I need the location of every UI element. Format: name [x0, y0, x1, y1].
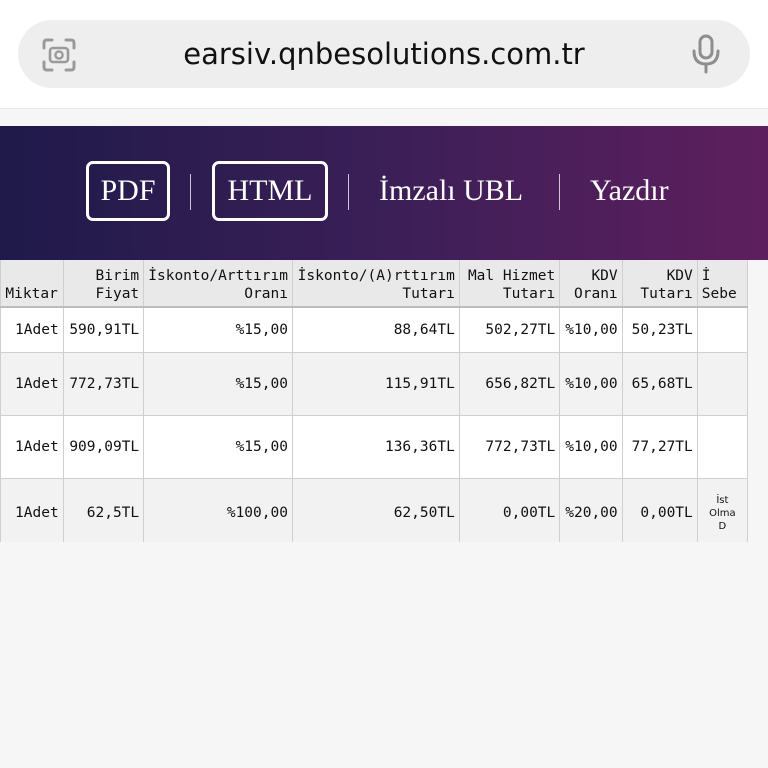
- cell-birim-fiyat: 772,73TL: [62, 352, 145, 416]
- cell-miktar: 1Adet: [0, 478, 64, 542]
- cell-iskonto-orani: %15,00: [143, 352, 293, 416]
- toolbar-separator: [348, 174, 349, 210]
- table-row: t 1Adet 590,91TL %15,00 88,64TL 502,27TL…: [0, 306, 749, 353]
- cell-miktar: 1Adet: [0, 415, 64, 479]
- cell-mal-hizmet-tutari: 656,82TL: [458, 352, 561, 416]
- cell-birim-fiyat: 909,09TL: [62, 415, 145, 479]
- cell-iskonto-tutari: 115,91TL: [291, 352, 460, 416]
- cell-kdv-orani: %10,00: [559, 415, 623, 479]
- cell-mal-hizmet-tutari: 0,00TL: [458, 478, 561, 542]
- cell-birim-fiyat: 62,5TL: [62, 478, 145, 542]
- cell-istisna-sebebi: [696, 352, 749, 416]
- signed-ubl-button[interactable]: İmzalı UBL: [379, 161, 523, 221]
- table-row: 1Adet 62,5TL %100,00 62,50TL 0,00TL %20,…: [0, 478, 749, 542]
- cell-birim-fiyat: 590,91TL: [62, 306, 145, 353]
- cell-iskonto-tutari: 88,64TL: [291, 306, 460, 353]
- html-button[interactable]: HTML: [212, 161, 328, 221]
- invoice-lines-table: Miktar Birim Fiyat İskonto/Arttırım Oranı …: [0, 251, 749, 542]
- cell-iskonto-orani: %100,00: [143, 478, 293, 542]
- cell-iskonto-orani: %15,00: [143, 306, 293, 353]
- table-row: 1Adet 909,09TL %15,00 136,36TL 772,73TL …: [0, 415, 749, 479]
- cell-kdv-orani: %10,00: [559, 352, 623, 416]
- cell-iskonto-orani: %15,00: [143, 415, 293, 479]
- cell-istisna-sebebi: [696, 306, 749, 353]
- cell-iskonto-tutari: 62,50TL: [291, 478, 460, 542]
- cell-istisna-sebebi: [696, 415, 749, 479]
- table-row: 1Adet 772,73TL %15,00 115,91TL 656,82TL …: [0, 352, 749, 416]
- cell-kdv-tutari: 0,00TL: [621, 478, 698, 542]
- cell-istisna-sebebi: İst Olma D: [696, 478, 749, 542]
- cell-mal-hizmet-tutari: 772,73TL: [458, 415, 561, 479]
- toolbar-separator: [190, 174, 191, 210]
- cell-kdv-orani: %10,00: [559, 306, 623, 353]
- cell-miktar: 1Adet: [0, 352, 64, 416]
- toolbar-separator: [559, 174, 560, 210]
- invoice-table-viewport[interactable]: Miktar Birim Fiyat İskonto/Arttırım Oranı …: [0, 0, 768, 542]
- print-button[interactable]: Yazdır: [590, 161, 669, 221]
- cell-mal-hizmet-tutari: 502,27TL: [458, 306, 561, 353]
- cell-miktar: 1Adet: [0, 306, 64, 353]
- cell-kdv-tutari: 50,23TL: [621, 306, 698, 353]
- cell-iskonto-tutari: 136,36TL: [291, 415, 460, 479]
- invoice-toolbar: PDF HTML İmzalı UBL Yazdır: [0, 126, 768, 260]
- cell-kdv-orani: %20,00: [559, 478, 623, 542]
- cell-kdv-tutari: 65,68TL: [621, 352, 698, 416]
- cell-kdv-tutari: 77,27TL: [621, 415, 698, 479]
- pdf-button[interactable]: PDF: [86, 161, 170, 221]
